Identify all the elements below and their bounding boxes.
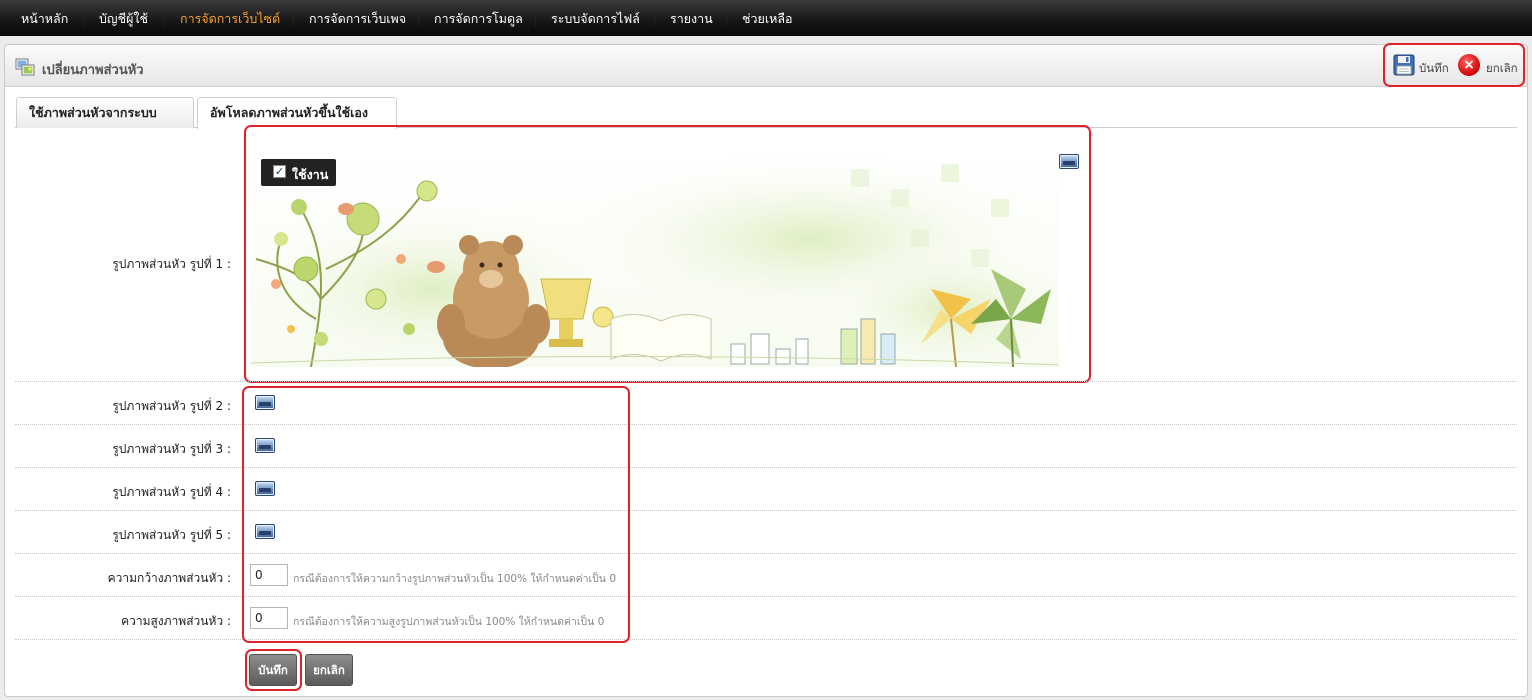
tab-system-header[interactable]: ใช้ภาพส่วนหัวจากระบบ — [16, 97, 194, 128]
nav-home[interactable]: หน้าหลัก — [21, 0, 68, 36]
header-image-5-label: รูปภาพส่วนหัว รูปที่ 5 : — [112, 528, 231, 542]
page-title: เปลี่ยนภาพส่วนหัว — [42, 63, 144, 78]
nav-file-management[interactable]: ระบบจัดการไฟล์ — [551, 0, 640, 36]
nav-help[interactable]: ช่วยเหลือ — [742, 0, 793, 36]
save-button[interactable]: บันทึก — [249, 654, 297, 686]
header-image-3-label: รูปภาพส่วนหัว รูปที่ 3 : — [112, 442, 231, 456]
nav-reports[interactable]: รายงาน — [670, 0, 713, 36]
nav-separator — [654, 10, 655, 26]
main-panel: เปลี่ยนภาพส่วนหัว บันทึก × ยกเลิก ใช้ภาพ… — [4, 43, 1528, 697]
empty-images-and-size-highlight — [242, 386, 630, 643]
nav-separator — [535, 10, 536, 26]
row-divider — [15, 596, 1517, 597]
nav-separator — [726, 10, 727, 26]
row-divider — [15, 639, 1517, 640]
nav-separator — [418, 10, 419, 26]
row-divider — [15, 467, 1517, 468]
header-height-label: ความสูงภาพส่วนหัว : — [121, 614, 231, 628]
row-divider — [15, 510, 1517, 511]
header-image-1-highlight — [244, 125, 1091, 383]
cancel-button[interactable]: ยกเลิก — [305, 654, 353, 686]
nav-separator — [164, 10, 165, 26]
row-divider — [15, 424, 1517, 425]
header-actions-highlight: บันทึก × ยกเลิก — [1383, 43, 1525, 87]
save-floppy-icon[interactable] — [1393, 54, 1415, 76]
header-save-button[interactable]: บันทึก — [1419, 60, 1449, 78]
row-divider — [15, 381, 1517, 382]
top-nav-bar: หน้าหลัก บัญชีผู้ใช้ การจัดการเว็บไซต์ ก… — [0, 0, 1532, 36]
header-image-4-label: รูปภาพส่วนหัว รูปที่ 4 : — [112, 485, 231, 499]
nav-website-management[interactable]: การจัดการเว็บไซต์ — [180, 0, 280, 36]
header-width-label: ความกว้างภาพส่วนหัว : — [107, 571, 231, 585]
cancel-x-icon[interactable]: × — [1458, 54, 1480, 76]
row-divider — [15, 553, 1517, 554]
header-cancel-button[interactable]: ยกเลิก — [1486, 60, 1518, 78]
nav-separator — [83, 10, 84, 26]
nav-webpage-management[interactable]: การจัดการเว็บเพจ — [309, 0, 406, 36]
change-header-image-icon — [15, 58, 35, 76]
nav-module-management[interactable]: การจัดการโมดูล — [434, 0, 523, 36]
header-image-1-label: รูปภาพส่วนหัว รูปที่ 1 : — [112, 257, 231, 271]
header-image-2-label: รูปภาพส่วนหัว รูปที่ 2 : — [112, 399, 231, 413]
nav-separator — [293, 10, 294, 26]
panel-header: เปลี่ยนภาพส่วนหัว บันทึก × ยกเลิก — [5, 43, 1527, 87]
nav-user-accounts[interactable]: บัญชีผู้ใช้ — [99, 0, 148, 36]
